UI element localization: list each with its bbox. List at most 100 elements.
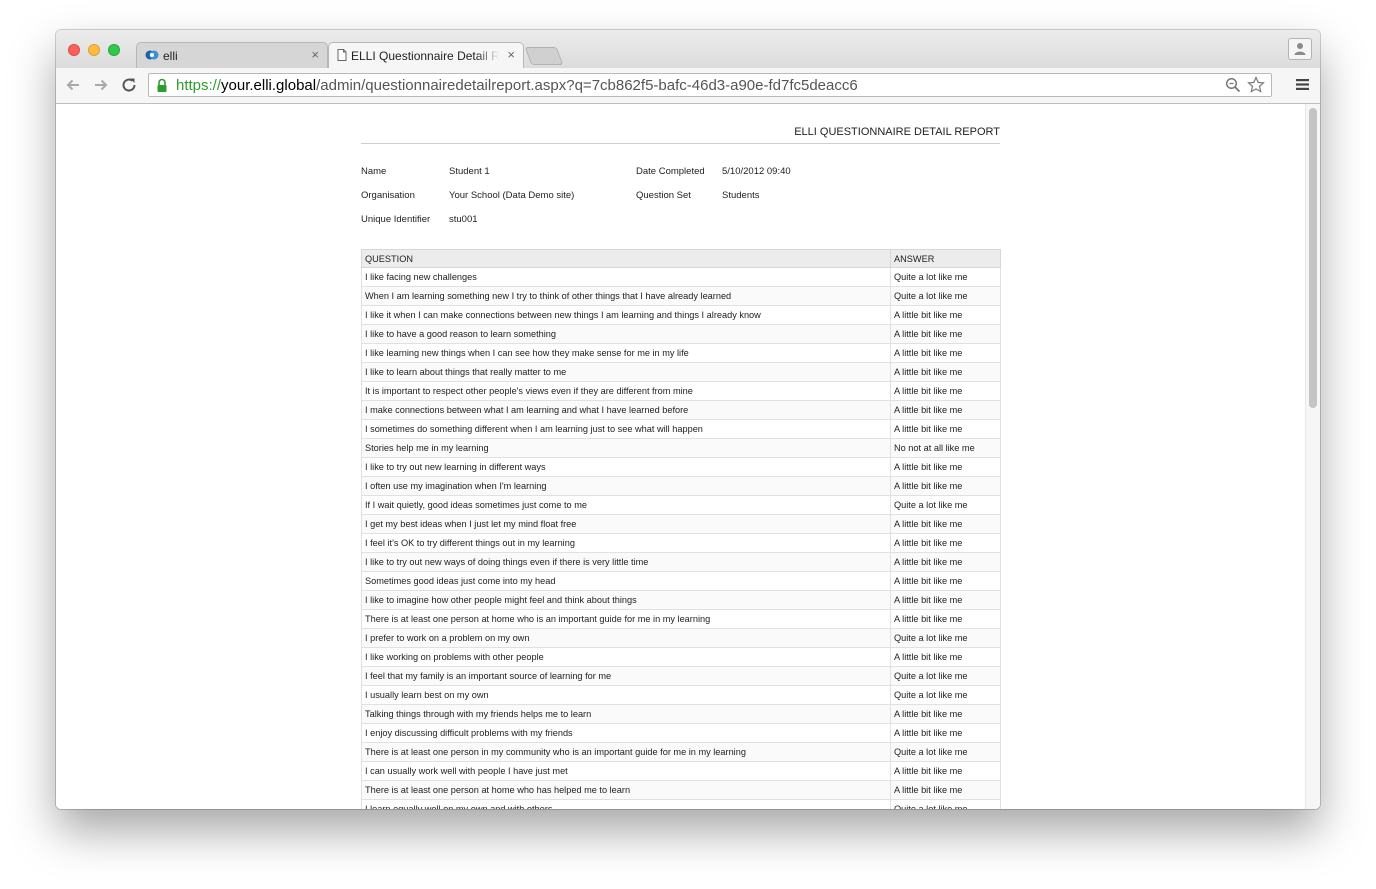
answer-column-header: ANSWER xyxy=(890,249,1001,268)
answer-cell: A little bit like me xyxy=(890,514,1001,534)
table-row: Stories help me in my learning No not at … xyxy=(361,438,1001,458)
table-row: Talking things through with my friends h… xyxy=(361,704,1001,724)
answer-cell: A little bit like me xyxy=(890,476,1001,496)
answer-cell: A little bit like me xyxy=(890,609,1001,629)
bookmark-star-icon[interactable] xyxy=(1247,76,1265,94)
url-path: /admin/questionnairedetailreport.aspx?q=… xyxy=(316,77,858,94)
question-cell: There is at least one person at home who… xyxy=(361,609,891,629)
question-cell: When I am learning something new I try t… xyxy=(361,286,891,306)
question-cell: I make connections between what I am lea… xyxy=(361,400,891,420)
zoom-magnifier-icon[interactable] xyxy=(1225,77,1241,93)
table-row: I feel it's OK to try different things o… xyxy=(361,533,1001,553)
close-window-button[interactable] xyxy=(68,44,80,56)
question-cell: I feel it's OK to try different things o… xyxy=(361,533,891,553)
answer-cell: A little bit like me xyxy=(890,723,1001,743)
answer-cell: A little bit like me xyxy=(890,457,1001,477)
date-completed-value: 5/10/2012 09:40 xyxy=(722,166,791,177)
question-cell: I like to imagine how other people might… xyxy=(361,590,891,610)
answer-cell: Quite a lot like me xyxy=(890,286,1001,306)
page-viewport[interactable]: ELLI QUESTIONNAIRE DETAIL REPORT Name St… xyxy=(56,104,1320,809)
question-cell: I usually learn best on my own xyxy=(361,685,891,705)
organisation-label: Organisation xyxy=(361,190,415,201)
answer-cell: A little bit like me xyxy=(890,647,1001,667)
table-row: I like learning new things when I can se… xyxy=(361,343,1001,363)
document-icon xyxy=(337,49,347,61)
url-text[interactable]: https://your.elli.global/admin/questionn… xyxy=(176,77,858,94)
table-row: There is at least one person at home who… xyxy=(361,780,1001,800)
question-cell: I like learning new things when I can se… xyxy=(361,343,891,363)
tab-elli[interactable]: elli × xyxy=(136,42,328,68)
answer-cell: A little bit like me xyxy=(890,590,1001,610)
hamburger-menu-icon[interactable] xyxy=(1296,78,1309,91)
question-cell: I feel that my family is an important so… xyxy=(361,666,891,686)
question-cell: There is at least one person at home who… xyxy=(361,780,891,800)
tab-title: elli xyxy=(163,49,178,63)
question-set-value: Students xyxy=(722,190,760,201)
date-completed-label: Date Completed xyxy=(636,166,705,177)
question-cell: I like to learn about things that really… xyxy=(361,362,891,382)
profile-button[interactable] xyxy=(1288,38,1312,60)
tab-close-icon[interactable]: × xyxy=(507,47,515,62)
answer-cell: A little bit like me xyxy=(890,571,1001,591)
question-cell: I like working on problems with other pe… xyxy=(361,647,891,667)
answer-cell: A little bit like me xyxy=(890,419,1001,439)
question-cell: I often use my imagination when I'm lear… xyxy=(361,476,891,496)
table-row: If I wait quietly, good ideas sometimes … xyxy=(361,495,1001,515)
table-row: I like to imagine how other people might… xyxy=(361,590,1001,610)
address-bar[interactable]: https://your.elli.global/admin/questionn… xyxy=(148,73,1272,97)
answer-cell: Quite a lot like me xyxy=(890,799,1001,809)
report-title: ELLI QUESTIONNAIRE DETAIL REPORT xyxy=(361,126,1000,144)
organisation-value: Your School (Data Demo site) xyxy=(449,190,575,201)
table-body: I like facing new challenges Quite a lot … xyxy=(361,267,1001,809)
answer-cell: A little bit like me xyxy=(890,343,1001,363)
question-cell: If I wait quietly, good ideas sometimes … xyxy=(361,495,891,515)
answer-cell: Quite a lot like me xyxy=(890,666,1001,686)
scrollbar-thumb[interactable] xyxy=(1309,108,1317,408)
question-cell: I like to try out new learning in differ… xyxy=(361,457,891,477)
tab-questionnaire-report[interactable]: ELLI Questionnaire Detail Report × xyxy=(328,42,524,68)
table-row: I often use my imagination when I'm lear… xyxy=(361,476,1001,496)
question-cell: Stories help me in my learning xyxy=(361,438,891,458)
table-row: There is at least one person in my commu… xyxy=(361,742,1001,762)
question-column-header: QUESTION xyxy=(361,249,891,268)
unique-identifier-label: Unique Identifier xyxy=(361,214,431,225)
answer-cell: Quite a lot like me xyxy=(890,628,1001,648)
answer-cell: A little bit like me xyxy=(890,362,1001,382)
forward-arrow-icon[interactable] xyxy=(92,76,110,94)
question-cell: I enjoy discussing difficult problems wi… xyxy=(361,723,891,743)
zoom-window-button[interactable] xyxy=(108,44,120,56)
answer-cell: Quite a lot like me xyxy=(890,742,1001,762)
question-cell: I get my best ideas when I just let my m… xyxy=(361,514,891,534)
table-row: I like working on problems with other pe… xyxy=(361,647,1001,667)
minimize-window-button[interactable] xyxy=(88,44,100,56)
reload-icon[interactable] xyxy=(120,76,138,94)
answer-cell: Quite a lot like me xyxy=(890,495,1001,515)
name-label: Name xyxy=(361,166,387,177)
question-cell: Sometimes good ideas just come into my h… xyxy=(361,571,891,591)
table-row: I like to try out new ways of doing thin… xyxy=(361,552,1001,572)
answer-cell: Quite a lot like me xyxy=(890,267,1001,287)
question-cell: I like facing new challenges xyxy=(361,267,891,287)
answer-cell: A little bit like me xyxy=(890,381,1001,401)
questionnaire-table: QUESTION ANSWER I like facing new challe… xyxy=(361,249,1001,809)
lock-icon xyxy=(157,78,167,92)
vertical-scrollbar[interactable] xyxy=(1305,104,1320,809)
back-arrow-icon[interactable] xyxy=(64,76,82,94)
question-cell: I like it when I can make connections be… xyxy=(361,305,891,325)
answer-cell: A little bit like me xyxy=(890,400,1001,420)
table-row: I like facing new challenges Quite a lot … xyxy=(361,267,1001,287)
answer-cell: A little bit like me xyxy=(890,552,1001,572)
table-row: I like to learn about things that really… xyxy=(361,362,1001,382)
title-bar: elli × ELLI Questionnaire Detail Report … xyxy=(56,30,1320,68)
answer-cell: A little bit like me xyxy=(890,533,1001,553)
tab-title: ELLI Questionnaire Detail Report xyxy=(351,49,499,63)
url-host: your.elli.global xyxy=(221,77,317,94)
answer-cell: A little bit like me xyxy=(890,761,1001,781)
table-row: I make connections between what I am lea… xyxy=(361,400,1001,420)
table-row: I like it when I can make connections be… xyxy=(361,305,1001,325)
tab-close-icon[interactable]: × xyxy=(311,47,319,62)
table-row: There is at least one person at home who… xyxy=(361,609,1001,629)
table-row: It is important to respect other people'… xyxy=(361,381,1001,401)
question-set-label: Question Set xyxy=(636,190,691,201)
new-tab-button[interactable] xyxy=(524,47,564,65)
